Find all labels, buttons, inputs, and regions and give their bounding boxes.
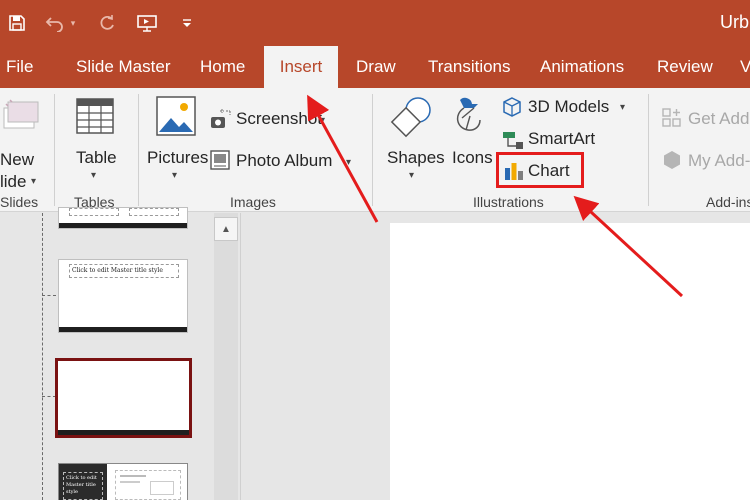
tab-insert[interactable]: Insert bbox=[264, 46, 338, 88]
tab-review[interactable]: Review bbox=[657, 46, 713, 88]
slide-canvas[interactable] bbox=[390, 223, 750, 500]
slide-thumbnail-pane: Click to edit Master title style Click t… bbox=[0, 207, 240, 500]
group-label-illustrations: Illustrations bbox=[473, 194, 544, 210]
undo-dropdown[interactable]: ▾ bbox=[66, 10, 80, 36]
group-divider bbox=[648, 94, 649, 206]
group-label-images: Images bbox=[230, 194, 276, 210]
footer-bar bbox=[59, 223, 187, 228]
store-icon bbox=[662, 108, 681, 127]
group-divider bbox=[54, 94, 55, 206]
thumbnail-title: Click to edit Master title style bbox=[69, 264, 179, 278]
smartart-button[interactable]: SmartArt bbox=[502, 128, 602, 152]
screenshot-label: Screenshot bbox=[236, 109, 322, 128]
vertical-scrollbar[interactable] bbox=[214, 213, 238, 500]
chevron-down-icon: ▾ bbox=[172, 170, 178, 181]
group-label-addins: Add-ins bbox=[706, 194, 750, 210]
new-slide-icon bbox=[3, 99, 39, 129]
redo-icon bbox=[100, 15, 114, 30]
title-bar: ▾ Urb bbox=[0, 0, 750, 46]
chevron-down-icon: ▾ bbox=[346, 157, 352, 168]
tab-home[interactable]: Home bbox=[200, 46, 245, 88]
save-button[interactable] bbox=[4, 10, 30, 36]
shapes-label: Shapes bbox=[387, 148, 445, 167]
tab-view[interactable]: V bbox=[740, 46, 750, 88]
redo-button[interactable] bbox=[94, 10, 120, 36]
chevron-down-icon: ▾ bbox=[320, 115, 326, 126]
tab-animations[interactable]: Animations bbox=[540, 46, 624, 88]
chevron-down-icon: ▾ bbox=[620, 102, 626, 113]
chevron-down-icon: ▾ bbox=[31, 176, 37, 187]
thumbnail-master-title: Click to edit Master title style bbox=[63, 472, 103, 500]
table-label: Table bbox=[76, 148, 117, 167]
chevron-down-icon: ▾ bbox=[70, 17, 76, 28]
slide-editing-area bbox=[240, 213, 750, 500]
new-slide-button[interactable]: New lide ▾ bbox=[0, 92, 40, 191]
icons-label: Icons bbox=[452, 148, 493, 167]
get-addins-button[interactable]: Get Add bbox=[662, 106, 750, 132]
customize-qat-icon bbox=[183, 19, 191, 27]
my-addins-button[interactable]: My Add- bbox=[662, 148, 750, 174]
photo-album-button[interactable]: Photo Album ▾ bbox=[210, 148, 360, 174]
smartart-label: SmartArt bbox=[528, 129, 596, 148]
group-label-slides: Slides bbox=[0, 194, 39, 210]
present-from-start-button[interactable] bbox=[134, 10, 160, 36]
table-icon bbox=[76, 98, 114, 134]
new-slide-label: New bbox=[0, 150, 35, 169]
footer-bar bbox=[58, 430, 189, 435]
placeholder-outline bbox=[69, 208, 119, 216]
tab-slide-master[interactable]: Slide Master bbox=[76, 46, 170, 88]
smartart-icon bbox=[503, 132, 523, 149]
ribbon-insert: New lide ▾ Slides Table ▾ Tables Picture… bbox=[0, 88, 750, 212]
scroll-up-button[interactable]: ▲ bbox=[214, 217, 238, 241]
tab-transitions[interactable]: Transitions bbox=[428, 46, 511, 88]
undo-button[interactable] bbox=[42, 10, 68, 36]
selected-slide-thumbnail[interactable] bbox=[55, 358, 192, 438]
footer-bar bbox=[59, 327, 187, 332]
get-addins-label: Get Add bbox=[688, 109, 750, 128]
photo-album-label: Photo Album bbox=[236, 151, 333, 170]
pictures-label: Pictures bbox=[147, 148, 209, 167]
my-addins-label: My Add- bbox=[688, 151, 750, 170]
undo-icon bbox=[45, 17, 63, 32]
save-icon bbox=[9, 15, 25, 31]
dark-title-panel: Click to edit Master title style bbox=[59, 464, 107, 500]
customize-qat-button[interactable] bbox=[174, 10, 200, 36]
content-placeholder bbox=[115, 470, 181, 500]
present-from-start-icon bbox=[137, 15, 157, 32]
table-button[interactable]: Table ▾ bbox=[66, 92, 126, 188]
picture-icon bbox=[156, 96, 196, 136]
chevron-up-icon: ▲ bbox=[221, 223, 231, 235]
chevron-down-icon: ▾ bbox=[91, 170, 97, 181]
screenshot-icon bbox=[211, 109, 231, 128]
shapes-icon bbox=[390, 97, 431, 138]
group-divider bbox=[372, 94, 373, 206]
slide-thumbnail[interactable]: Click to edit Master title style bbox=[58, 463, 188, 500]
ribbon-tabs: File Slide Master Home Insert Draw Trans… bbox=[0, 46, 750, 88]
window-title: Urb bbox=[720, 12, 750, 32]
layout-connector-line bbox=[42, 295, 56, 296]
layout-connector-line bbox=[42, 213, 43, 500]
pictures-button[interactable]: Pictures ▾ bbox=[146, 92, 209, 188]
icons-button[interactable]: Icons bbox=[448, 92, 496, 182]
screenshot-button[interactable]: Screenshot ▾ bbox=[210, 106, 340, 132]
group-divider bbox=[138, 94, 139, 206]
placeholder-outline bbox=[129, 208, 179, 216]
3d-models-label: 3D Models bbox=[528, 97, 610, 116]
slide-thumbnail[interactable]: Click to edit Master title style bbox=[58, 259, 188, 333]
3d-models-button[interactable]: 3D Models ▾ bbox=[502, 96, 634, 120]
slide-thumbnail[interactable] bbox=[58, 207, 188, 229]
icons-gallery-icon bbox=[456, 97, 481, 131]
shapes-button[interactable]: Shapes ▾ bbox=[382, 92, 445, 188]
photo-album-icon bbox=[210, 150, 230, 170]
tab-draw[interactable]: Draw bbox=[356, 46, 396, 88]
layout-connector-line bbox=[42, 396, 56, 397]
tab-file[interactable]: File bbox=[6, 46, 33, 88]
new-slide-label-2: lide bbox=[0, 172, 27, 191]
hexagon-icon bbox=[664, 151, 680, 169]
chevron-down-icon: ▾ bbox=[409, 170, 415, 181]
chart-highlight-box bbox=[496, 152, 584, 188]
cube-icon bbox=[503, 97, 521, 117]
